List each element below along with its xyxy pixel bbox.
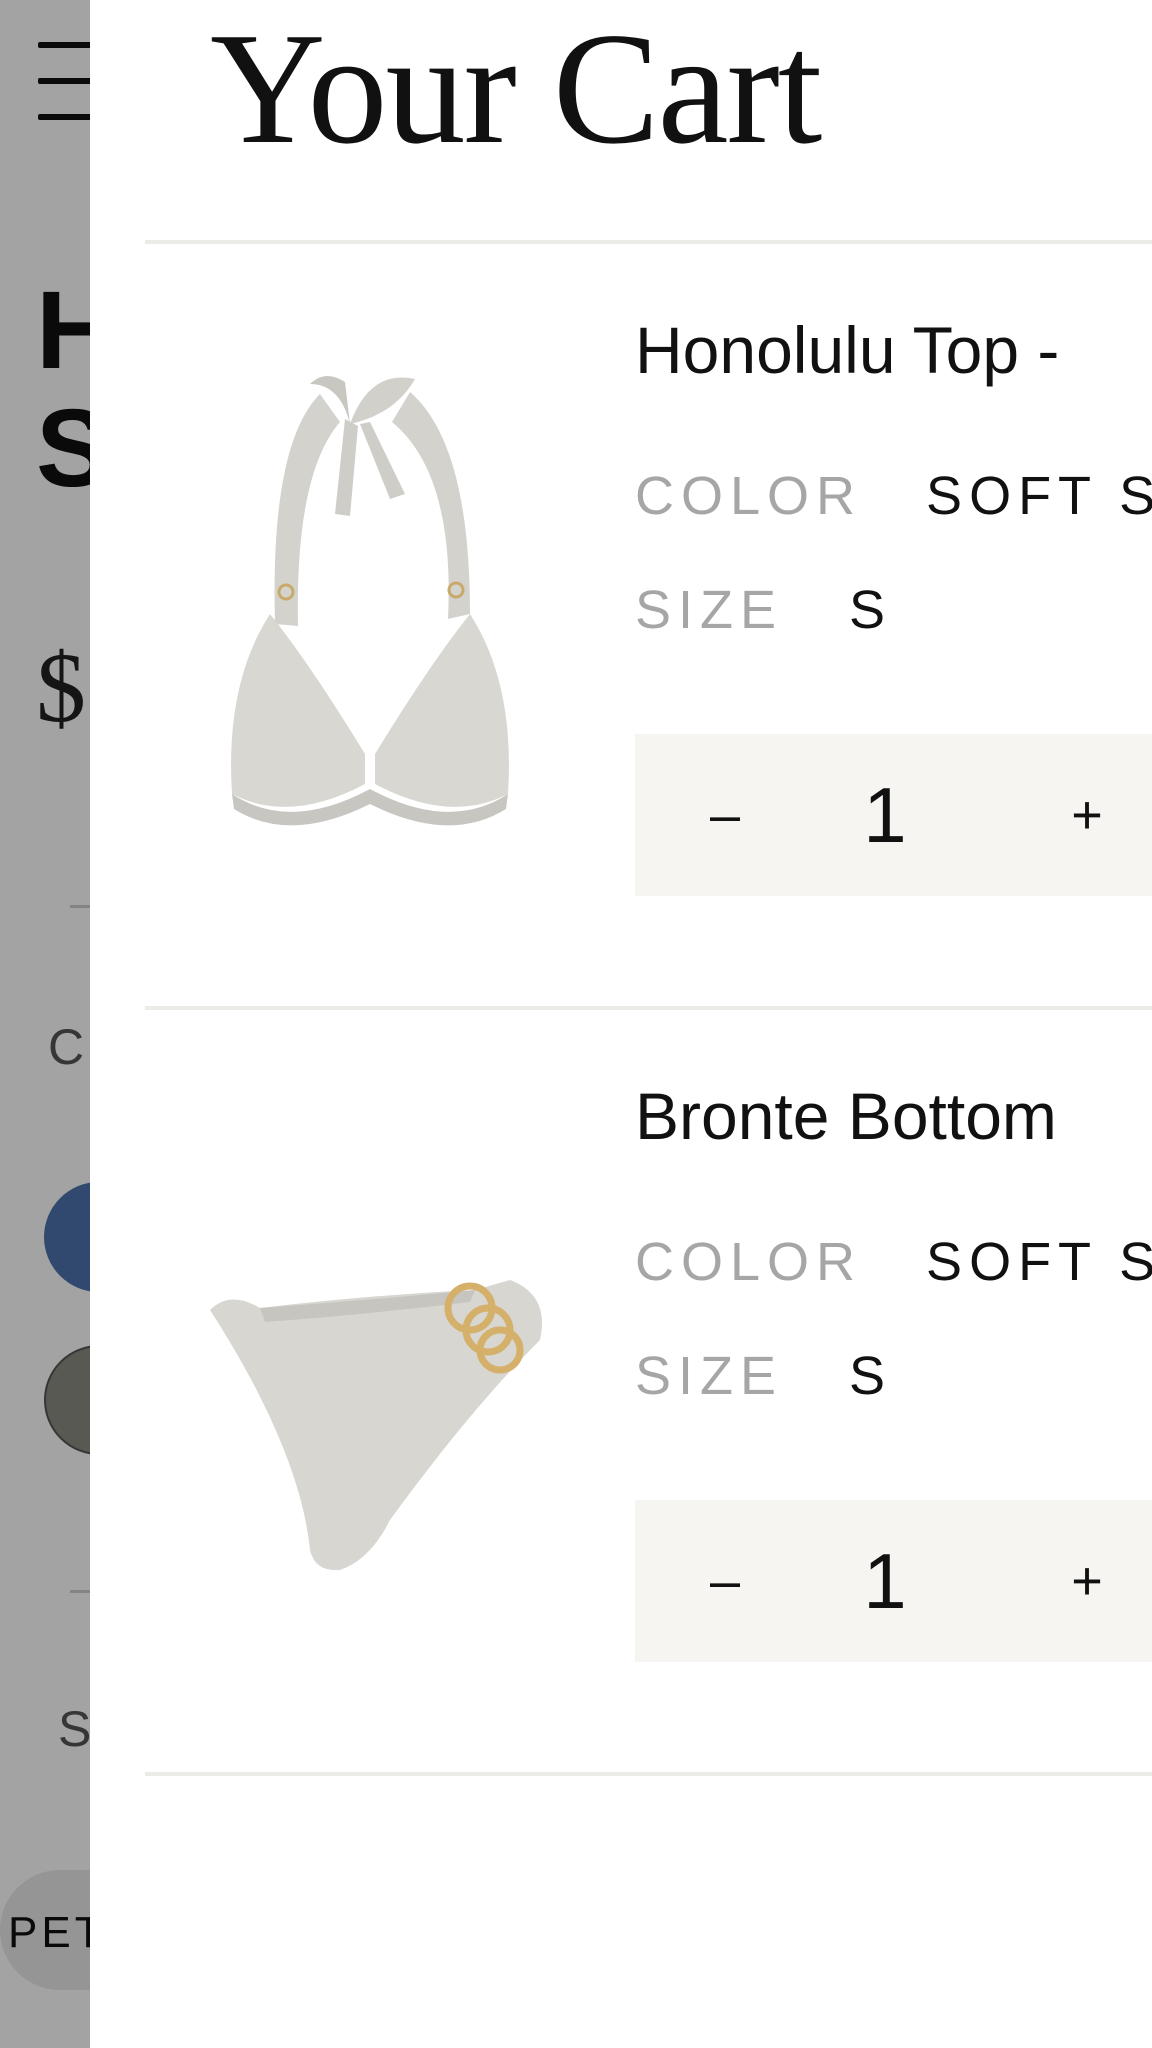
color-value: SOFT S [926,1232,1152,1292]
cart-item: Bronte Bottom COLOR SOFT S SIZE S – 1 + [90,1010,1152,1770]
cart-item: Honolulu Top - COLOR SOFT S SIZE S – 1 + [90,244,1152,1004]
cart-title: Your Cart [210,0,822,177]
size-value: S [849,580,893,640]
size-label: SIZE [635,580,784,640]
quantity-value: 1 [863,1536,907,1625]
quantity-stepper: – 1 + [635,734,1152,896]
color-value: SOFT S [926,466,1152,526]
decrease-quantity-button[interactable]: – [665,1500,785,1662]
item-name[interactable]: Bronte Bottom [635,1076,1057,1156]
item-size: SIZE S [635,1346,892,1406]
size-label: SIZE [635,1346,784,1406]
item-size: SIZE S [635,580,892,640]
product-image-bikini-top[interactable] [170,364,570,884]
cart-drawer: Your Cart Honolulu Top - COLOR SOFT S SIZ… [90,0,1152,2048]
increase-quantity-button[interactable]: + [1027,734,1147,896]
divider [145,1772,1152,1776]
quantity-stepper: – 1 + [635,1500,1152,1662]
item-color: COLOR SOFT S [635,1232,1152,1292]
color-label: COLOR [635,466,863,526]
size-value: S [849,1346,893,1406]
quantity-value: 1 [863,770,907,859]
item-name[interactable]: Honolulu Top - [635,310,1059,390]
increase-quantity-button[interactable]: + [1027,1500,1147,1662]
item-color: COLOR SOFT S [635,466,1152,526]
product-image-bikini-bottom[interactable] [170,1190,570,1710]
color-label: COLOR [635,1232,863,1292]
decrease-quantity-button[interactable]: – [665,734,785,896]
